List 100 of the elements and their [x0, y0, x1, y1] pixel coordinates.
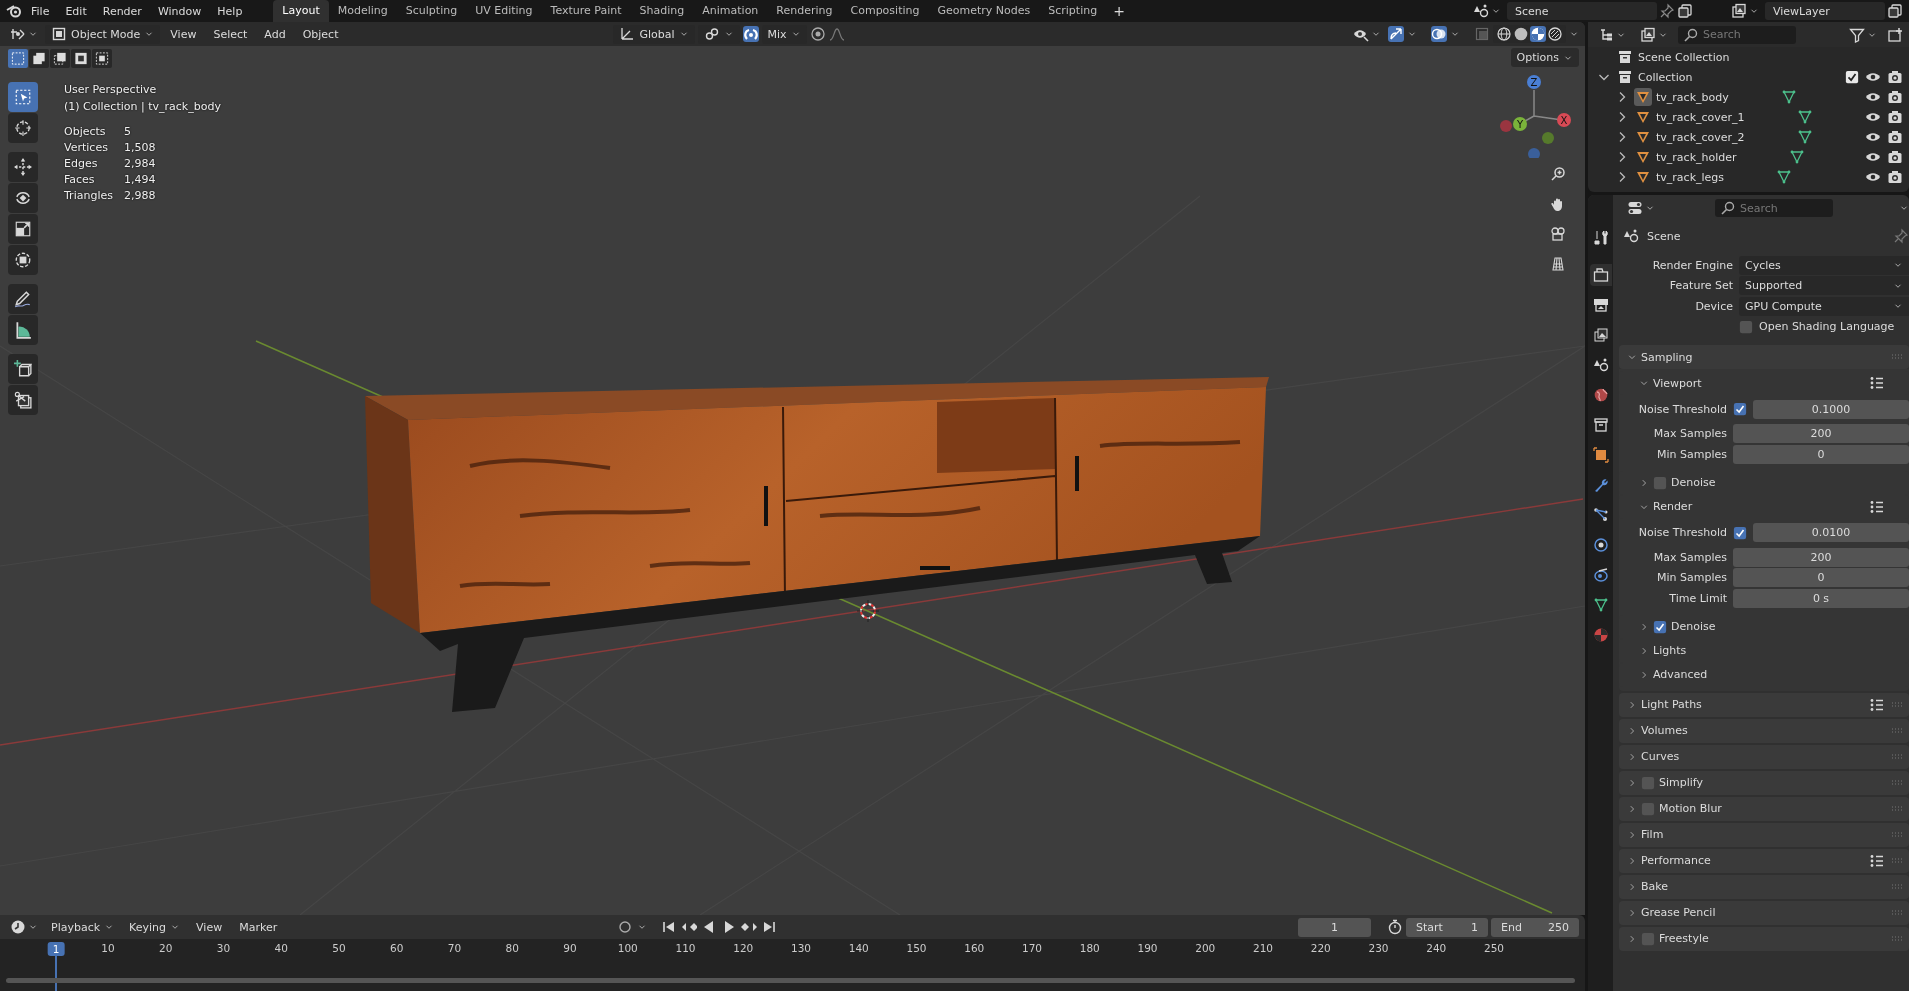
workspace-tab[interactable]: Compositing	[841, 0, 929, 22]
outliner-item[interactable]: tv_rack_holder	[1656, 150, 1737, 164]
checkbox[interactable]	[1653, 475, 1667, 490]
new-collection-icon[interactable]	[1887, 26, 1903, 43]
ruler-icon[interactable]	[8, 315, 38, 345]
duplicate-icon[interactable]	[1887, 3, 1903, 19]
menu-item[interactable]: Select	[206, 25, 255, 43]
camera-icon[interactable]	[1887, 169, 1903, 185]
camera-icon[interactable]	[1550, 226, 1566, 242]
panel-header[interactable]: Simplify	[1619, 770, 1909, 795]
wireframe-shading-icon[interactable]	[1496, 26, 1512, 42]
scrollbar[interactable]	[6, 978, 1575, 983]
workspace-tab[interactable]: UV Editing	[466, 0, 542, 22]
menu-dropdown[interactable]: Playback	[45, 917, 121, 937]
presets-icon[interactable]	[1869, 852, 1885, 869]
number-field[interactable]: 0	[1733, 568, 1909, 588]
crosshair-icon[interactable]	[8, 113, 38, 143]
pivot-dropdown[interactable]	[697, 24, 740, 44]
menu-item[interactable]: Add	[257, 25, 293, 43]
checkbox[interactable]	[1733, 525, 1747, 540]
outliner-item[interactable]: tv_rack_cover_2	[1656, 130, 1745, 144]
presets-icon[interactable]	[1869, 375, 1885, 391]
outliner-item[interactable]: Collection	[1638, 70, 1693, 84]
invert-selection-icon[interactable]	[71, 49, 91, 68]
outliner-item[interactable]: tv_rack_legs	[1656, 170, 1725, 184]
checkbox[interactable]	[1641, 775, 1655, 790]
camera-icon[interactable]	[1887, 69, 1903, 85]
arrow-icon[interactable]	[1388, 26, 1404, 42]
workspace-tab[interactable]: Modeling	[328, 0, 397, 22]
workspace-tab[interactable]: Layout	[273, 0, 329, 22]
select-box-icon[interactable]	[8, 82, 38, 112]
menu-item[interactable]: Edit	[58, 2, 94, 20]
pencil-icon[interactable]	[8, 284, 38, 314]
dropdown[interactable]: Supported	[1739, 276, 1909, 296]
panel-header[interactable]: Volumes	[1619, 718, 1909, 743]
presets-icon[interactable]	[1869, 696, 1885, 713]
checkbox[interactable]	[1845, 70, 1859, 84]
scale-icon[interactable]	[8, 214, 38, 244]
dropdown[interactable]: Cycles	[1739, 255, 1909, 275]
grid-icon[interactable]	[1550, 256, 1566, 272]
navigation-gizmo[interactable]: Z Y X	[1490, 68, 1580, 158]
panel-header[interactable]: Light Paths	[1619, 692, 1909, 717]
scissors-icon[interactable]	[8, 385, 38, 415]
panel-header[interactable]: Curves	[1619, 744, 1909, 769]
camera-icon[interactable]	[1887, 149, 1903, 165]
panel-header[interactable]: Motion Blur	[1619, 796, 1909, 821]
dropdown[interactable]: GPU Compute	[1739, 296, 1909, 316]
menu-dropdown[interactable]: Keying	[123, 917, 187, 937]
search-field[interactable]: Search	[1678, 25, 1796, 44]
outliner-item[interactable]: tv_rack_body	[1656, 90, 1729, 104]
move-icon[interactable]	[8, 152, 38, 182]
options-dropdown[interactable]: Options	[1510, 48, 1579, 67]
presets-icon[interactable]	[1869, 498, 1885, 515]
menu-item[interactable]: Marker	[232, 918, 285, 936]
number-field[interactable]: 0.1000	[1753, 399, 1909, 419]
circle-icon[interactable]	[809, 26, 826, 42]
menu-item[interactable]: Help	[210, 2, 250, 20]
pin-icon[interactable]	[1893, 228, 1909, 244]
curve-icon[interactable]	[828, 26, 845, 42]
intersect-selection-icon[interactable]	[92, 49, 112, 68]
overlay-icon[interactable]	[1431, 26, 1447, 42]
chevron-right-icon[interactable]	[1639, 669, 1649, 680]
panel-header[interactable]: Freestyle	[1619, 926, 1909, 951]
checkbox[interactable]	[1739, 319, 1753, 334]
camera-icon[interactable]	[1887, 89, 1903, 105]
workspace-tab[interactable]: Scripting	[1039, 0, 1107, 22]
scene-field[interactable]: Scene	[1507, 2, 1657, 20]
outliner-item[interactable]: Scene Collection	[1638, 50, 1730, 64]
number-field[interactable]: 200	[1733, 424, 1909, 444]
panel-header[interactable]: Grease Pencil	[1619, 900, 1909, 925]
checkbox[interactable]	[1641, 801, 1655, 816]
workspace-tab[interactable]: Texture Paint	[541, 0, 631, 22]
record-icon[interactable]	[617, 919, 634, 935]
menu-item[interactable]: Object	[295, 25, 346, 43]
search-field[interactable]: Search	[1715, 199, 1833, 217]
solid-shading-icon[interactable]	[1513, 26, 1529, 42]
duplicate-icon[interactable]	[1677, 3, 1693, 19]
number-field[interactable]: 0 s	[1733, 588, 1909, 608]
checkbox-label[interactable]: Open Shading Language	[1759, 320, 1895, 334]
add-workspace-button[interactable]: +	[1106, 0, 1132, 22]
panel-header[interactable]: Bake	[1619, 874, 1909, 899]
workspace-tab[interactable]: Animation	[693, 0, 768, 22]
camera-icon[interactable]	[1887, 129, 1903, 145]
extend-selection-icon[interactable]	[29, 49, 49, 68]
end-frame-field[interactable]: End 250	[1491, 917, 1579, 937]
camera-icon[interactable]	[1887, 109, 1903, 125]
transform-icon[interactable]	[8, 245, 38, 275]
number-field[interactable]: 0.0100	[1753, 523, 1909, 543]
panel-header[interactable]: Film	[1619, 822, 1909, 847]
checkbox[interactable]	[1733, 402, 1747, 417]
checkbox[interactable]	[1641, 931, 1655, 946]
menu-item[interactable]: File	[24, 2, 57, 20]
panel-header[interactable]: Performance	[1619, 848, 1909, 873]
render-camera-icon[interactable]	[1589, 264, 1612, 286]
rendered-shading-icon[interactable]	[1547, 26, 1563, 42]
start-frame-field[interactable]: Start 1	[1406, 917, 1488, 937]
panel-header[interactable]: Sampling	[1619, 345, 1909, 369]
workspace-tab[interactable]: Sculpting	[396, 0, 467, 22]
mode-dropdown[interactable]: Object Mode	[45, 24, 161, 44]
chevron-right-icon[interactable]	[1639, 621, 1649, 632]
